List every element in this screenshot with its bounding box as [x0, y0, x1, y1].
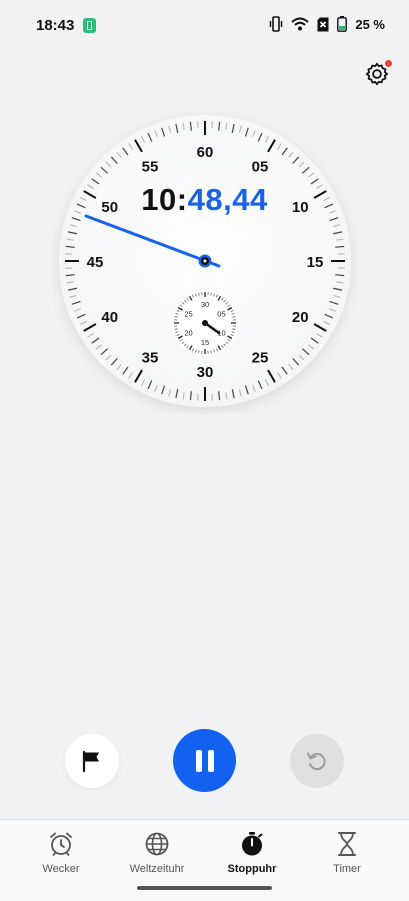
subdial-label: 20 [184, 329, 192, 338]
hand-hub-center [204, 260, 207, 263]
subdial-label: 25 [184, 310, 192, 319]
dial-label: 60 [197, 144, 214, 161]
stopwatch-dial: 600510152025303540455055 300510152025 [52, 108, 358, 414]
dial-label: 55 [142, 159, 159, 176]
subdial-hub [202, 320, 208, 326]
home-indicator[interactable] [137, 886, 272, 890]
nav-item-timer[interactable]: Timer [296, 830, 398, 875]
nav-label-timer: Timer [296, 863, 398, 875]
battery-level: 25 % [355, 17, 385, 32]
globe-icon [144, 831, 170, 857]
dial-label: 15 [307, 254, 324, 271]
dial-label: 25 [252, 349, 269, 366]
nav-item-wecker[interactable]: Wecker [10, 830, 112, 875]
dial-label: 05 [252, 159, 269, 176]
stopwatch-icon [239, 831, 265, 857]
vibrate-icon [269, 16, 283, 32]
flag-icon [81, 750, 103, 772]
status-time: 18:43 [36, 17, 74, 34]
pause-icon [196, 750, 202, 772]
reset-icon [305, 749, 329, 773]
elapsed-minutes: 10: [141, 182, 187, 217]
pause-icon-bar [208, 750, 214, 772]
battery-icon [337, 16, 347, 32]
nav-item-stoppuhr[interactable]: Stoppuhr [201, 830, 303, 875]
sim-off-icon [317, 17, 329, 32]
pause-button[interactable] [173, 729, 236, 792]
lap-button[interactable] [65, 734, 119, 788]
alarm-clock-icon [48, 831, 74, 857]
nav-label-wecker: Wecker [10, 863, 112, 875]
wifi-icon [291, 17, 309, 31]
status-icons: 25 % [269, 16, 385, 32]
elapsed-seconds: 48,44 [188, 182, 268, 217]
subdial-label: 30 [201, 300, 209, 309]
nav-label-stoppuhr: Stoppuhr [201, 863, 303, 875]
elapsed-time-display: 10:48,44 [0, 182, 409, 218]
dial-label: 40 [101, 309, 118, 326]
stopwatch-controls [0, 726, 409, 798]
subdial-label: 05 [217, 310, 225, 319]
nav-label-weltzeituhr: Weltzeituhr [106, 863, 208, 875]
hourglass-icon [336, 831, 358, 857]
dial-label: 20 [292, 309, 309, 326]
notification-icon [83, 18, 96, 33]
reset-button[interactable] [290, 734, 344, 788]
nav-item-weltzeituhr[interactable]: Weltzeituhr [106, 830, 208, 875]
subdial-label: 15 [201, 338, 209, 347]
dial-label: 30 [197, 364, 214, 381]
status-bar: 18:43 25 % [0, 0, 409, 52]
dial-label: 45 [87, 254, 104, 271]
dial-label: 35 [142, 349, 159, 366]
notification-dot [385, 60, 392, 67]
